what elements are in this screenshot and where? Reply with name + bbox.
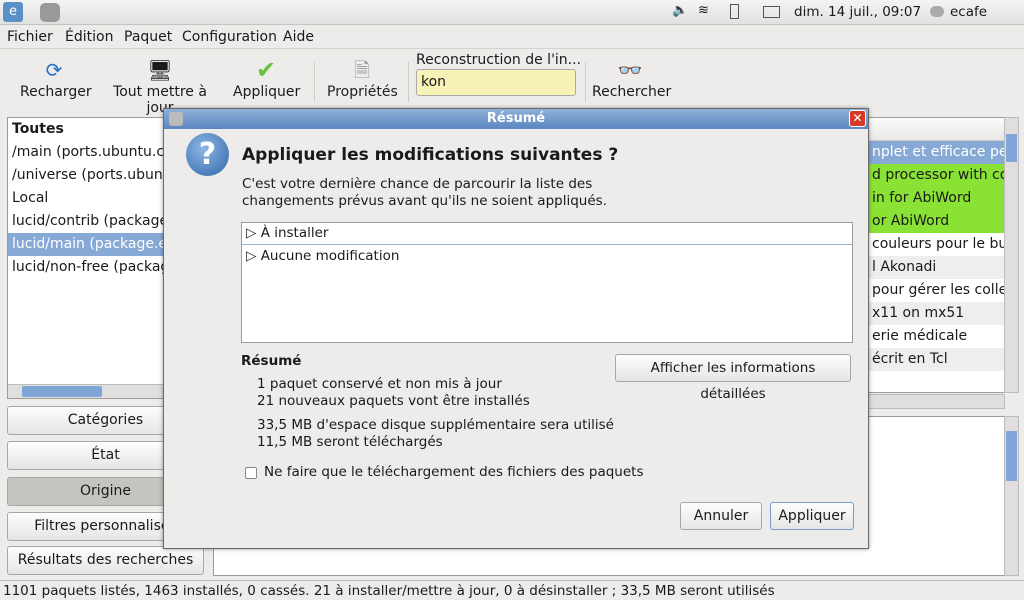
search-label: Rechercher xyxy=(592,84,672,100)
question-icon: ? xyxy=(186,133,229,176)
scrollbar-thumb[interactable] xyxy=(1006,134,1017,162)
upgrade-all-button[interactable]: 🖥 Tout mettre à jour xyxy=(100,56,220,116)
chat-icon[interactable] xyxy=(930,6,944,17)
wifi-icon[interactable]: ≋ xyxy=(698,3,709,18)
apply-dialog-button[interactable]: Appliquer xyxy=(770,502,854,530)
checkmark-icon: ✔ xyxy=(255,56,277,84)
summary-line: 1 paquet conservé et non mis à jour xyxy=(257,376,502,392)
summary-dialog: Résumé ✕ ? Appliquer les modifications s… xyxy=(163,108,869,549)
vertical-scrollbar[interactable] xyxy=(1004,117,1019,393)
apply-button[interactable]: ✔ Appliquer xyxy=(233,56,301,100)
menu-bar: Fichier Édition Paquet Configuration Aid… xyxy=(0,26,1024,49)
menu-fichier[interactable]: Fichier xyxy=(7,29,53,45)
scrollbar-thumb[interactable] xyxy=(1006,431,1017,481)
binoculars-icon: 👓 xyxy=(617,58,643,82)
tree-item-to-install[interactable]: ▷ À installer xyxy=(242,223,852,245)
search-status-label: Reconstruction de l'in... xyxy=(416,52,582,68)
dialog-title: Résumé xyxy=(164,109,868,129)
show-details-button[interactable]: Afficher les informations détaillées xyxy=(615,354,851,402)
changes-tree: ▷ À installer ▷ Aucune modification xyxy=(241,222,853,343)
dialog-text: changements prévus avant qu'ils ne soien… xyxy=(242,193,607,209)
reload-button[interactable]: ⟳ Recharger xyxy=(20,56,92,100)
home-icon[interactable]: e xyxy=(3,2,23,22)
cancel-button[interactable]: Annuler xyxy=(680,502,762,530)
menu-aide[interactable]: Aide xyxy=(283,29,314,45)
user-name[interactable]: ecafe xyxy=(950,4,987,20)
properties-label: Propriétés xyxy=(327,84,398,100)
summary-line: 21 nouveaux paquets vont être installés xyxy=(257,393,530,409)
close-icon[interactable]: ✕ xyxy=(849,110,866,127)
tree-item-label: Aucune modification xyxy=(260,248,400,264)
dialog-heading: Appliquer les modifications suivantes ? xyxy=(242,145,619,165)
expander-icon[interactable]: ▷ xyxy=(246,248,261,264)
download-only-label[interactable]: Ne faire que le téléchargement des fichi… xyxy=(264,464,644,480)
reload-icon: ⟳ xyxy=(45,58,63,82)
toolbar-separator xyxy=(314,62,315,102)
tree-item-no-change[interactable]: ▷ Aucune modification xyxy=(242,245,852,268)
scrollbar-thumb[interactable] xyxy=(22,386,102,397)
clock[interactable]: dim. 14 juil., 09:07 xyxy=(794,4,921,20)
download-only-checkbox[interactable] xyxy=(245,467,257,479)
expander-icon[interactable]: ▷ xyxy=(246,225,261,241)
search-input[interactable]: kon xyxy=(416,69,576,96)
vertical-scrollbar[interactable] xyxy=(1004,416,1019,576)
dialog-app-icon xyxy=(169,112,183,126)
menu-paquet[interactable]: Paquet xyxy=(124,29,172,45)
toolbar-separator xyxy=(585,62,586,102)
properties-button[interactable]: 🗎 Propriétés xyxy=(327,56,398,100)
status-bar: 1101 paquets listés, 1463 installés, 0 c… xyxy=(0,580,1024,600)
mail-icon[interactable] xyxy=(763,6,780,18)
menu-edition[interactable]: Édition xyxy=(65,29,113,45)
summary-heading: Résumé xyxy=(241,353,302,369)
top-panel: e 🔈 ≋ dim. 14 juil., 09:07 ecafe xyxy=(0,0,1024,25)
search-results-button[interactable]: Résultats des recherches xyxy=(7,546,204,575)
summary-line: 11,5 MB seront téléchargés xyxy=(257,434,443,450)
toolbar-separator xyxy=(408,62,409,102)
tree-item-label: À installer xyxy=(260,225,329,241)
summary-line: 33,5 MB d'espace disque supplémentaire s… xyxy=(257,417,614,433)
properties-icon: 🗎 xyxy=(353,58,371,82)
volume-icon[interactable]: 🔈 xyxy=(672,3,688,18)
reload-label: Recharger xyxy=(20,84,92,100)
battery-icon[interactable] xyxy=(730,4,739,19)
package-manager-icon[interactable] xyxy=(40,3,60,22)
upgrade-icon: 🖥 xyxy=(147,58,173,82)
apply-label: Appliquer xyxy=(233,84,301,100)
menu-configuration[interactable]: Configuration xyxy=(182,29,277,45)
search-button[interactable]: 👓 Rechercher xyxy=(592,56,672,100)
dialog-text: C'est votre dernière chance de parcourir… xyxy=(242,176,593,192)
